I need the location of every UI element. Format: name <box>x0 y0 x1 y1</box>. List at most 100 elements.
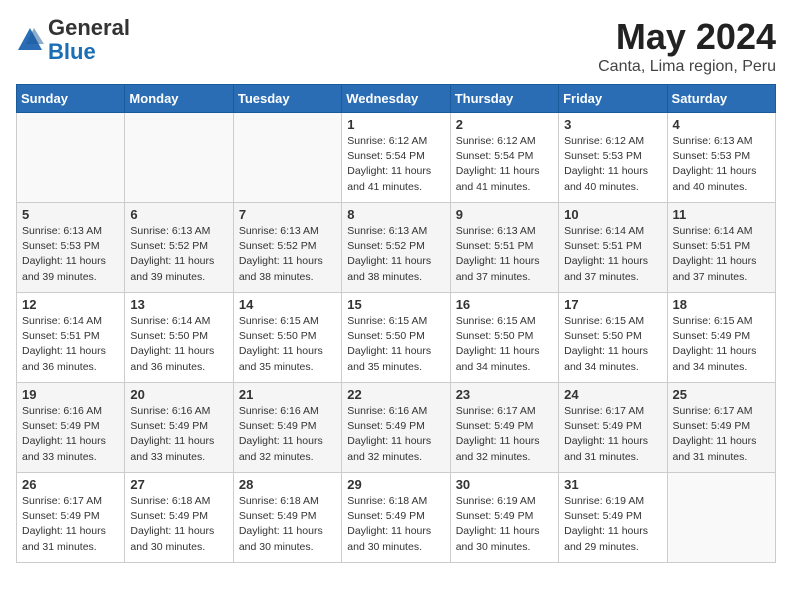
day-header-friday: Friday <box>559 85 667 113</box>
day-info: Sunrise: 6:16 AM Sunset: 5:49 PM Dayligh… <box>130 404 227 465</box>
day-header-thursday: Thursday <box>450 85 558 113</box>
day-info: Sunrise: 6:12 AM Sunset: 5:54 PM Dayligh… <box>456 134 553 195</box>
day-info: Sunrise: 6:13 AM Sunset: 5:52 PM Dayligh… <box>130 224 227 285</box>
day-number: 28 <box>239 477 336 492</box>
calendar-header-row: SundayMondayTuesdayWednesdayThursdayFrid… <box>17 85 776 113</box>
calendar-table: SundayMondayTuesdayWednesdayThursdayFrid… <box>16 84 776 563</box>
day-number: 8 <box>347 207 444 222</box>
location-subtitle: Canta, Lima region, Peru <box>598 58 776 76</box>
logo-general-text: General <box>48 15 130 40</box>
week-row-3: 12 Sunrise: 6:14 AM Sunset: 5:51 PM Dayli… <box>17 293 776 383</box>
day-info: Sunrise: 6:13 AM Sunset: 5:51 PM Dayligh… <box>456 224 553 285</box>
day-number: 31 <box>564 477 661 492</box>
calendar-cell <box>125 113 233 203</box>
day-number: 26 <box>22 477 119 492</box>
day-number: 12 <box>22 297 119 312</box>
day-header-saturday: Saturday <box>667 85 775 113</box>
day-info: Sunrise: 6:14 AM Sunset: 5:51 PM Dayligh… <box>22 314 119 375</box>
calendar-cell: 1Sunrise: 6:12 AM Sunset: 5:54 PM Daylig… <box>342 113 450 203</box>
day-number: 30 <box>456 477 553 492</box>
day-number: 6 <box>130 207 227 222</box>
calendar-cell: 18 Sunrise: 6:15 AM Sunset: 5:49 PM Dayli… <box>667 293 775 383</box>
day-header-sunday: Sunday <box>17 85 125 113</box>
day-info: Sunrise: 6:15 AM Sunset: 5:50 PM Dayligh… <box>564 314 661 375</box>
day-number: 15 <box>347 297 444 312</box>
day-number: 7 <box>239 207 336 222</box>
day-number: 10 <box>564 207 661 222</box>
day-info: Sunrise: 6:17 AM Sunset: 5:49 PM Dayligh… <box>564 404 661 465</box>
day-number: 4 <box>673 117 770 132</box>
calendar-cell: 20 Sunrise: 6:16 AM Sunset: 5:49 PM Dayli… <box>125 383 233 473</box>
calendar-cell <box>667 473 775 563</box>
calendar-cell: 25Sunrise: 6:17 AM Sunset: 5:49 PM Dayli… <box>667 383 775 473</box>
calendar-cell: 17 Sunrise: 6:15 AM Sunset: 5:50 PM Dayli… <box>559 293 667 383</box>
calendar-cell: 21Sunrise: 6:16 AM Sunset: 5:49 PM Dayli… <box>233 383 341 473</box>
calendar-cell: 11 Sunrise: 6:14 AM Sunset: 5:51 PM Dayli… <box>667 203 775 293</box>
calendar-cell: 6 Sunrise: 6:13 AM Sunset: 5:52 PM Daylig… <box>125 203 233 293</box>
day-info: Sunrise: 6:15 AM Sunset: 5:49 PM Dayligh… <box>673 314 770 375</box>
calendar-cell: 4 Sunrise: 6:13 AM Sunset: 5:53 PM Daylig… <box>667 113 775 203</box>
day-info: Sunrise: 6:14 AM Sunset: 5:51 PM Dayligh… <box>673 224 770 285</box>
day-info: Sunrise: 6:19 AM Sunset: 5:49 PM Dayligh… <box>456 494 553 555</box>
day-info: Sunrise: 6:15 AM Sunset: 5:50 PM Dayligh… <box>347 314 444 375</box>
day-info: Sunrise: 6:14 AM Sunset: 5:51 PM Dayligh… <box>564 224 661 285</box>
calendar-cell: 31 Sunrise: 6:19 AM Sunset: 5:49 PM Dayli… <box>559 473 667 563</box>
day-info: Sunrise: 6:17 AM Sunset: 5:49 PM Dayligh… <box>456 404 553 465</box>
day-number: 14 <box>239 297 336 312</box>
calendar-cell: 26 Sunrise: 6:17 AM Sunset: 5:49 PM Dayli… <box>17 473 125 563</box>
day-number: 17 <box>564 297 661 312</box>
day-number: 11 <box>673 207 770 222</box>
day-number: 9 <box>456 207 553 222</box>
week-row-5: 26 Sunrise: 6:17 AM Sunset: 5:49 PM Dayli… <box>17 473 776 563</box>
day-number: 18 <box>673 297 770 312</box>
day-number: 2 <box>456 117 553 132</box>
day-number: 1 <box>347 117 444 132</box>
day-number: 29 <box>347 477 444 492</box>
calendar-cell: 7 Sunrise: 6:13 AM Sunset: 5:52 PM Daylig… <box>233 203 341 293</box>
day-info: Sunrise: 6:17 AM Sunset: 5:49 PM Dayligh… <box>673 404 770 465</box>
month-title: May 2024 <box>598 16 776 58</box>
day-number: 23 <box>456 387 553 402</box>
calendar-cell: 23 Sunrise: 6:17 AM Sunset: 5:49 PM Dayli… <box>450 383 558 473</box>
calendar-cell: 16 Sunrise: 6:15 AM Sunset: 5:50 PM Dayli… <box>450 293 558 383</box>
calendar-cell: 10 Sunrise: 6:14 AM Sunset: 5:51 PM Dayli… <box>559 203 667 293</box>
day-header-tuesday: Tuesday <box>233 85 341 113</box>
day-number: 22 <box>347 387 444 402</box>
calendar-cell: 24Sunrise: 6:17 AM Sunset: 5:49 PM Dayli… <box>559 383 667 473</box>
day-number: 19 <box>22 387 119 402</box>
day-info: Sunrise: 6:15 AM Sunset: 5:50 PM Dayligh… <box>456 314 553 375</box>
day-info: Sunrise: 6:13 AM Sunset: 5:52 PM Dayligh… <box>347 224 444 285</box>
calendar-cell: 22 Sunrise: 6:16 AM Sunset: 5:49 PM Dayli… <box>342 383 450 473</box>
calendar-cell: 5 Sunrise: 6:13 AM Sunset: 5:53 PM Daylig… <box>17 203 125 293</box>
day-info: Sunrise: 6:16 AM Sunset: 5:49 PM Dayligh… <box>22 404 119 465</box>
calendar-cell: 2 Sunrise: 6:12 AM Sunset: 5:54 PM Daylig… <box>450 113 558 203</box>
calendar-cell: 27Sunrise: 6:18 AM Sunset: 5:49 PM Dayli… <box>125 473 233 563</box>
day-info: Sunrise: 6:12 AM Sunset: 5:53 PM Dayligh… <box>564 134 661 195</box>
week-row-2: 5 Sunrise: 6:13 AM Sunset: 5:53 PM Daylig… <box>17 203 776 293</box>
logo: General Blue <box>16 16 130 64</box>
calendar-cell: 12 Sunrise: 6:14 AM Sunset: 5:51 PM Dayli… <box>17 293 125 383</box>
calendar-cell <box>233 113 341 203</box>
day-info: Sunrise: 6:16 AM Sunset: 5:49 PM Dayligh… <box>347 404 444 465</box>
day-info: Sunrise: 6:13 AM Sunset: 5:52 PM Dayligh… <box>239 224 336 285</box>
day-info: Sunrise: 6:13 AM Sunset: 5:53 PM Dayligh… <box>673 134 770 195</box>
week-row-4: 19 Sunrise: 6:16 AM Sunset: 5:49 PM Dayli… <box>17 383 776 473</box>
title-block: May 2024 Canta, Lima region, Peru <box>598 16 776 76</box>
day-header-monday: Monday <box>125 85 233 113</box>
day-header-wednesday: Wednesday <box>342 85 450 113</box>
day-info: Sunrise: 6:13 AM Sunset: 5:53 PM Dayligh… <box>22 224 119 285</box>
week-row-1: 1 Sunrise: 6:12 AM Sunset: 5:54 PM Daylig… <box>17 113 776 203</box>
day-info: Sunrise: 6:17 AM Sunset: 5:49 PM Dayligh… <box>22 494 119 555</box>
calendar-cell: 13Sunrise: 6:14 AM Sunset: 5:50 PM Dayli… <box>125 293 233 383</box>
day-number: 16 <box>456 297 553 312</box>
calendar-cell: 15 Sunrise: 6:15 AM Sunset: 5:50 PM Dayli… <box>342 293 450 383</box>
day-number: 20 <box>130 387 227 402</box>
page-header: General Blue May 2024 Canta, Lima region… <box>16 16 776 76</box>
day-info: Sunrise: 6:18 AM Sunset: 5:49 PM Dayligh… <box>239 494 336 555</box>
day-number: 3 <box>564 117 661 132</box>
calendar-cell: 9 Sunrise: 6:13 AM Sunset: 5:51 PM Daylig… <box>450 203 558 293</box>
calendar-cell <box>17 113 125 203</box>
day-info: Sunrise: 6:19 AM Sunset: 5:49 PM Dayligh… <box>564 494 661 555</box>
day-number: 5 <box>22 207 119 222</box>
calendar-cell: 30 Sunrise: 6:19 AM Sunset: 5:49 PM Dayli… <box>450 473 558 563</box>
